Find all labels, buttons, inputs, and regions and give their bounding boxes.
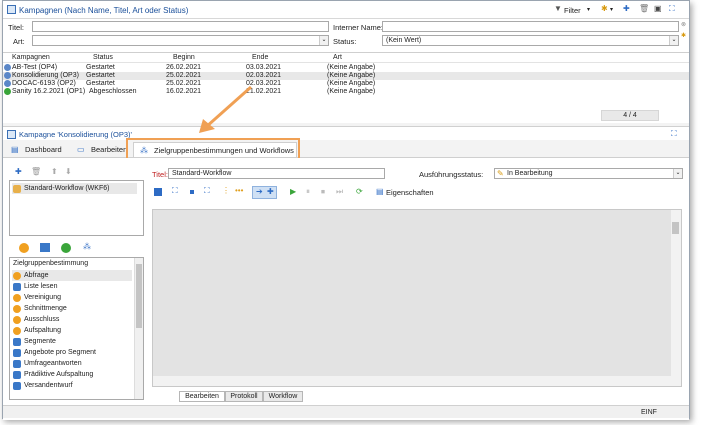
highlight-arrow	[199, 85, 252, 133]
events-category-icon[interactable]: ⁂	[83, 242, 91, 252]
activity-label: Vereinigung	[24, 294, 61, 301]
actions-category-icon[interactable]	[61, 243, 71, 253]
activity-item[interactable]: Angebote pro Segment	[12, 347, 132, 358]
delete-icon[interactable]: 🗑	[31, 167, 41, 177]
properties-icon[interactable]: ▤	[376, 187, 384, 197]
pause-icon[interactable]: ⏸	[306, 187, 310, 197]
activity-palette: Zielgruppenbestimmung Abfrage Liste lese…	[9, 257, 144, 400]
layout-icon[interactable]	[154, 188, 162, 196]
activity-label: Prädiktive Aufspaltung	[24, 371, 94, 378]
exec-status-select[interactable]: ✎ In Bearbeitung ⌄	[494, 168, 683, 179]
tab-edit[interactable]: Bearbeiten	[179, 391, 225, 402]
arrow-down-icon[interactable]: ⬇	[65, 167, 72, 177]
scroll-thumb[interactable]	[672, 222, 679, 234]
activity-item[interactable]: Schnittmenge	[12, 303, 132, 314]
read-list-icon	[13, 283, 21, 291]
segments-icon	[13, 338, 21, 346]
activity-item[interactable]: Abfrage	[12, 270, 132, 281]
workflow-canvas[interactable]	[152, 209, 682, 387]
vertical-dots-icon[interactable]: ⋮	[222, 186, 230, 196]
palette-scrollbar[interactable]	[134, 258, 143, 399]
horizontal-dots-icon[interactable]: •••	[235, 186, 243, 196]
workflow-name: Standard-Workflow (WKF6)	[24, 185, 110, 192]
input-mode: EINF	[641, 409, 657, 416]
delivery-draft-icon	[13, 382, 21, 390]
play-icon[interactable]: ▶	[290, 187, 296, 197]
properties-button[interactable]: Eigenschaften	[386, 188, 434, 197]
activity-item[interactable]: Versandentwurf	[12, 380, 132, 391]
activity-item[interactable]: Liste lesen	[12, 281, 132, 292]
split-icon	[13, 327, 21, 335]
activity-label: Schnittmenge	[24, 305, 67, 312]
step-icon[interactable]: ⏭	[336, 187, 343, 197]
arrow-right-icon: ➔	[256, 187, 263, 196]
activity-item[interactable]: Aufspaltung	[12, 325, 132, 336]
new-icon: ✚	[267, 187, 274, 196]
chevron-down-icon[interactable]: ⌄	[673, 169, 682, 178]
activity-item[interactable]: Vereinigung	[12, 292, 132, 303]
tab-workflow[interactable]: Workflow	[263, 391, 303, 402]
exec-status-value: In Bearbeitung	[507, 170, 553, 177]
activity-item[interactable]: Prädiktive Aufspaltung	[12, 369, 132, 380]
workflow-editor: Titel: Standard-Workflow Ausführungsstat…	[149, 166, 683, 402]
activity-item[interactable]: Ausschluss	[12, 314, 132, 325]
new-workflow-icon[interactable]: ✚	[15, 167, 22, 177]
zoom-icon[interactable]: ⛶	[204, 186, 210, 196]
refresh-icon[interactable]: ⟳	[356, 187, 363, 197]
canvas-vscrollbar[interactable]	[671, 210, 681, 386]
canvas-hscrollbar[interactable]	[153, 376, 673, 386]
stop-icon[interactable]: ⏹	[321, 187, 325, 197]
list-item[interactable]: Standard-Workflow (WKF6)	[12, 183, 137, 194]
zoom-fit-icon[interactable]: ⛶	[172, 186, 178, 196]
intersection-icon	[13, 305, 21, 313]
workflow-toolbar: ⛶ ⛶ ⋮ ••• ➔ ✚ ▶ ⏸ ⏹ ⏭ ⟳ ▤ Eigenschaften	[152, 185, 452, 199]
query-icon	[13, 272, 21, 280]
zoom-small-icon[interactable]	[190, 190, 194, 194]
activity-label: Aufspaltung	[24, 327, 61, 334]
status-bar: EINF	[3, 405, 689, 418]
survey-icon	[13, 360, 21, 368]
workflow-icon	[13, 185, 21, 193]
activity-label: Angebote pro Segment	[24, 349, 96, 356]
pencil-icon: ✎	[497, 169, 504, 178]
targeting-category-icon[interactable]	[19, 243, 29, 253]
predictive-icon	[13, 371, 21, 379]
workflow-list: Standard-Workflow (WKF6)	[9, 180, 144, 236]
activity-item[interactable]: Segmente	[12, 336, 132, 347]
offers-icon	[13, 349, 21, 357]
flow-control-category-icon[interactable]	[40, 243, 50, 252]
activity-label: Abfrage	[24, 272, 49, 279]
union-icon	[13, 294, 21, 302]
workflow-title-input[interactable]: Standard-Workflow	[168, 168, 385, 179]
workflow-workspace: ✚ 🗑 ⬆ ⬇ Standard-Workflow (WKF6) ⁂ Zielg…	[3, 158, 689, 420]
tab-log[interactable]: Protokoll	[225, 391, 263, 402]
activity-label: Liste lesen	[24, 283, 58, 290]
activity-label: Umfrageantworten	[24, 360, 82, 367]
exec-status-label: Ausführungsstatus:	[419, 170, 484, 179]
activity-label: Versandentwurf	[24, 382, 73, 389]
workflow-title-label: Titel:	[152, 170, 168, 179]
application-window: Kampagnen (Nach Name, Titel, Art oder St…	[2, 0, 690, 420]
activity-item[interactable]: Umfrageantworten	[12, 358, 132, 369]
activity-label: Segmente	[24, 338, 56, 345]
arrow-up-icon[interactable]: ⬆	[51, 167, 58, 177]
activity-label: Ausschluss	[24, 316, 60, 323]
scroll-thumb[interactable]	[136, 264, 142, 328]
workflow-sidebar: ✚ 🗑 ⬆ ⬇ Standard-Workflow (WKF6) ⁂ Zielg…	[9, 158, 144, 403]
palette-header: Zielgruppenbestimmung	[13, 260, 89, 267]
exclusion-icon	[13, 316, 21, 324]
